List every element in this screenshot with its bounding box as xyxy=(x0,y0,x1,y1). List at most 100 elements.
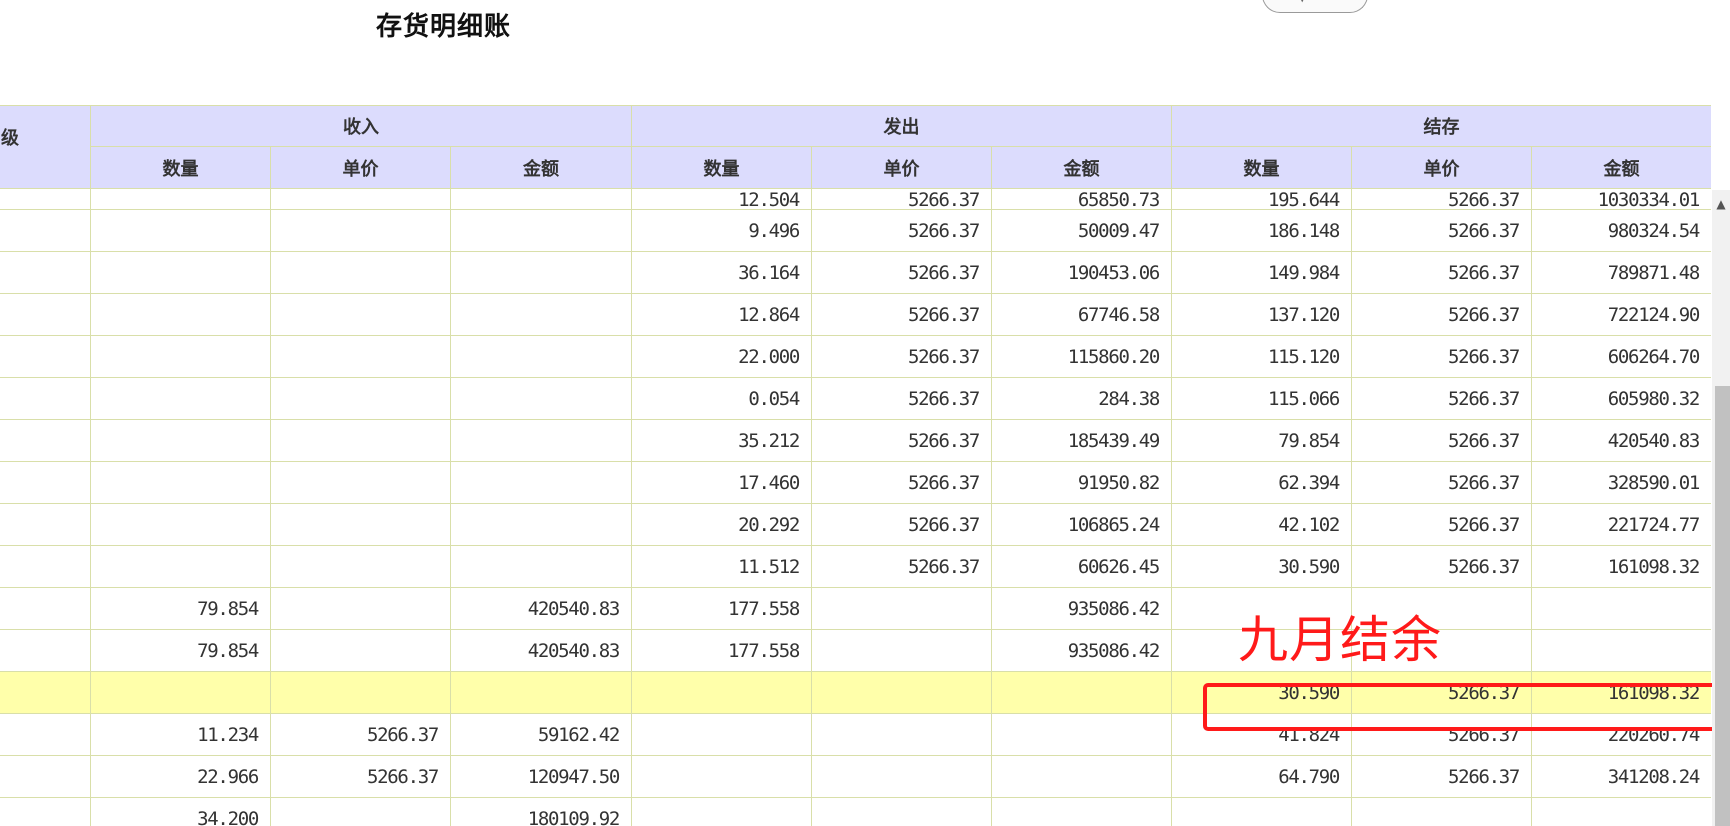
table-cell: 79.854 xyxy=(90,587,271,630)
header-income-qty: 数量 xyxy=(90,146,271,189)
table-cell: 177.558 xyxy=(631,629,813,672)
table-cell xyxy=(270,251,451,294)
scrollbar-thumb[interactable] xyxy=(1715,386,1730,826)
level-cell xyxy=(0,293,91,336)
table-cell: 5266.37 xyxy=(270,713,451,756)
table-cell: 12.504 xyxy=(631,188,813,210)
header-income: 收入 xyxy=(89,105,633,147)
table-cell: 328590.01 xyxy=(1531,461,1711,504)
table-row: 22.966 5266.37 120947.50 64.790 5266.37 34120… xyxy=(0,755,1711,798)
header-income-amount: 金额 xyxy=(449,146,633,189)
table-cell xyxy=(90,188,271,210)
level-cell xyxy=(0,251,91,294)
annotation-label: 九月结余 xyxy=(1238,611,1442,669)
table-cell: 20.292 xyxy=(631,503,813,546)
table-cell xyxy=(90,545,271,588)
table-row: 11.512 5266.37 60626.45 30.590 5266.37 161098… xyxy=(0,545,1711,588)
level-cell xyxy=(0,629,91,672)
level-cell xyxy=(0,209,91,252)
table-cell xyxy=(449,419,633,462)
toolbar-toggle[interactable]: ▼ xyxy=(1262,0,1368,13)
table-cell xyxy=(1531,587,1711,630)
table-cell: 420540.83 xyxy=(1531,419,1711,462)
table-cell: 722124.90 xyxy=(1531,293,1711,336)
header-balance-price: 单价 xyxy=(1351,146,1533,189)
table-row: 79.854 420540.83 177.558 935086.42 xyxy=(0,629,1711,672)
table-cell: 35.212 xyxy=(631,419,813,462)
table-cell: 5266.37 xyxy=(1351,251,1533,294)
table-cell: 120947.50 xyxy=(449,755,633,798)
level-cell xyxy=(0,587,91,630)
table-cell: 341208.24 xyxy=(1531,755,1711,798)
table-cell: 420540.83 xyxy=(449,587,633,630)
table-cell xyxy=(1171,797,1353,826)
level-cell xyxy=(0,797,91,826)
table-cell: 67746.58 xyxy=(991,293,1173,336)
header-issue-price: 单价 xyxy=(811,146,993,189)
table-cell xyxy=(449,293,633,336)
table-cell xyxy=(270,209,451,252)
table-cell xyxy=(90,293,271,336)
table-cell xyxy=(270,671,451,714)
table-cell: 789871.48 xyxy=(1531,251,1711,294)
table-cell xyxy=(449,461,633,504)
table-cell: 5266.37 xyxy=(1351,503,1533,546)
level-cell xyxy=(0,755,91,798)
chevron-down-icon[interactable]: ▼ xyxy=(1298,0,1306,4)
table-cell: 186.148 xyxy=(1171,209,1353,252)
table-cell: 36.164 xyxy=(631,251,813,294)
table-cell: 5266.37 xyxy=(811,503,993,546)
table-cell xyxy=(991,755,1173,798)
table-cell xyxy=(90,335,271,378)
table-cell: 935086.42 xyxy=(991,629,1173,672)
table-cell xyxy=(991,797,1173,826)
table-cell xyxy=(449,377,633,420)
header-balance-qty: 数量 xyxy=(1171,146,1353,189)
table-cell: 79.854 xyxy=(90,629,271,672)
table-cell xyxy=(90,671,271,714)
level-cell xyxy=(0,713,91,756)
table-cell xyxy=(811,587,993,630)
table-cell: 91950.82 xyxy=(991,461,1173,504)
table-cell: 605980.32 xyxy=(1531,377,1711,420)
table-cell: 5266.37 xyxy=(1351,755,1533,798)
table-cell: 5266.37 xyxy=(811,251,993,294)
table-cell: 185439.49 xyxy=(991,419,1173,462)
table-cell: 180109.92 xyxy=(449,797,633,826)
scroll-up-arrow-icon[interactable]: ▲ xyxy=(1712,190,1730,218)
annotation-highlight-box xyxy=(1203,683,1724,731)
table-cell: 9.496 xyxy=(631,209,813,252)
table-cell: 137.120 xyxy=(1171,293,1353,336)
table-cell xyxy=(90,209,271,252)
table-cell: 79.854 xyxy=(1171,419,1353,462)
table-cell xyxy=(1531,797,1711,826)
header-income-price: 单价 xyxy=(270,146,451,189)
vertical-scrollbar[interactable]: ▲ xyxy=(1712,190,1730,826)
table-cell: 5266.37 xyxy=(811,461,993,504)
table-cell xyxy=(811,755,993,798)
table-cell: 12.864 xyxy=(631,293,813,336)
level-cell xyxy=(0,377,91,420)
table-cell: 195.644 xyxy=(1171,188,1353,210)
table-row: 22.000 5266.37 115860.20 115.120 5266.37 6062… xyxy=(0,335,1711,378)
table-cell: 221724.77 xyxy=(1531,503,1711,546)
table-cell xyxy=(631,671,813,714)
table-cell: 22.966 xyxy=(90,755,271,798)
table-cell xyxy=(270,293,451,336)
table-cell: 5266.37 xyxy=(811,377,993,420)
table-cell: 65850.73 xyxy=(991,188,1173,210)
table-cell: 1030334.01 xyxy=(1531,188,1711,210)
table-cell: 17.460 xyxy=(631,461,813,504)
table-cell xyxy=(449,209,633,252)
table-cell xyxy=(991,713,1173,756)
table-row: 12.504 5266.37 65850.73 195.644 5266.37 10303… xyxy=(0,188,1711,210)
table-cell xyxy=(449,335,633,378)
table-cell: 0.054 xyxy=(631,377,813,420)
table-cell: 149.984 xyxy=(1171,251,1353,294)
table-cell: 190453.06 xyxy=(991,251,1173,294)
table-row: 20.292 5266.37 106865.24 42.102 5266.37 22172… xyxy=(0,503,1711,546)
level-cell xyxy=(0,503,91,546)
table-row: 34.200 180109.92 xyxy=(0,797,1711,826)
table-cell: 60626.45 xyxy=(991,545,1173,588)
table-cell xyxy=(270,503,451,546)
